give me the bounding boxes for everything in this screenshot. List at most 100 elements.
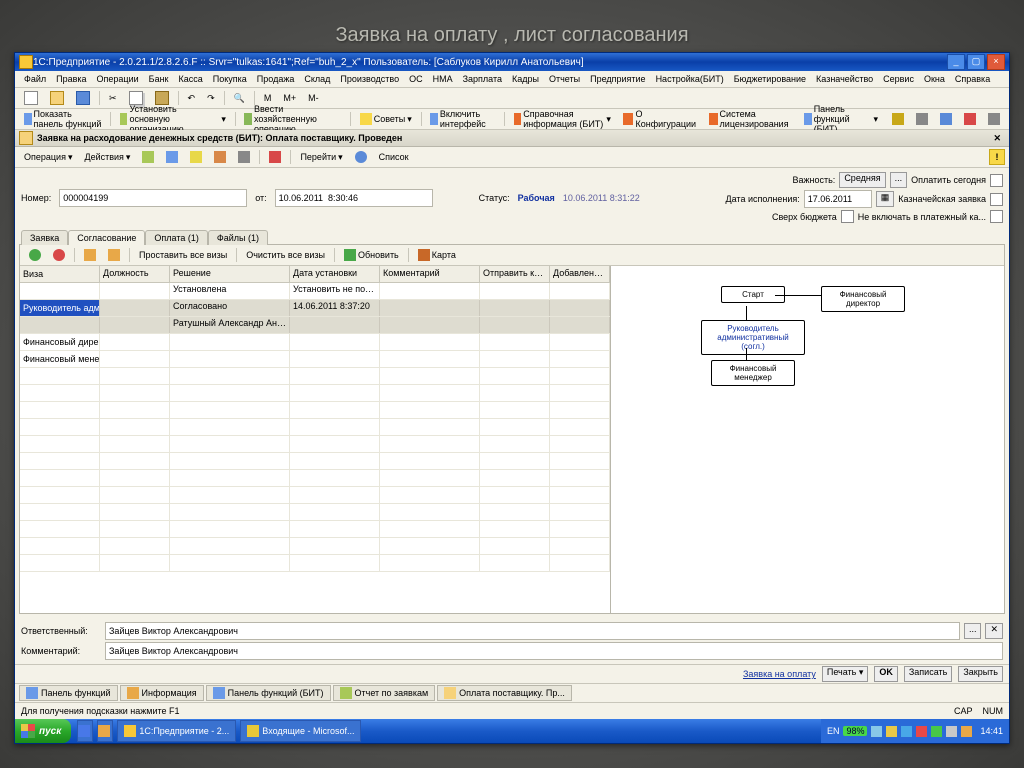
menu-12[interactable]: Кадры [507,74,544,84]
window-tab-0[interactable]: Панель функций [19,685,118,701]
importance-button[interactable]: Средняя [839,172,885,188]
col-0[interactable]: Виза [20,266,100,282]
exec-date-cal[interactable]: ▦ [876,191,895,207]
table-row[interactable] [20,470,610,487]
comment-field[interactable] [105,642,1003,660]
resp-clear[interactable]: ✕ [985,623,1003,639]
map-button[interactable]: Карта [413,247,461,263]
table-row[interactable] [20,385,610,402]
ok-button[interactable]: OK [874,666,898,682]
menu-11[interactable]: Зарплата [458,74,507,84]
tray-icon1[interactable] [871,726,882,737]
table-row[interactable] [20,436,610,453]
window-tab-3[interactable]: Отчет по заявкам [333,685,436,701]
table-row[interactable] [20,504,610,521]
approval-grid[interactable]: ВизаДолжностьРешениеДата установкиКоммен… [20,266,611,613]
window-tab-4[interactable]: Оплата поставщику. Пр... [437,685,572,701]
resp-field[interactable] [105,622,960,640]
tray-icon6[interactable] [946,726,957,737]
table-row[interactable] [20,555,610,572]
tray-icon2[interactable] [886,726,897,737]
about-button[interactable]: О Конфигурации [618,107,703,131]
t2-icon5[interactable] [983,111,1005,127]
dt-icon4[interactable] [209,149,231,165]
table-row[interactable]: Финансовый директор [20,334,610,351]
doc-close[interactable]: ✕ [989,133,1005,144]
table-row[interactable]: Финансовый менеджер (согл.) [20,351,610,368]
tab-0[interactable]: Заявка [21,230,68,245]
budget-checkbox[interactable] [841,210,854,223]
new-doc-icon[interactable] [19,89,43,107]
number-field[interactable] [59,189,247,207]
license-button[interactable]: Система лицензирования [704,107,797,131]
menu-9[interactable]: ОС [404,74,428,84]
task-1c[interactable]: 1С:Предприятие - 2... [117,720,236,742]
menu-2[interactable]: Операции [92,74,144,84]
table-row[interactable] [20,487,610,504]
treasury-checkbox[interactable] [990,193,1003,206]
table-row[interactable]: УстановленаУстановить не позднее [20,283,610,300]
enable-ui-button[interactable]: Включить интерфейс [425,107,500,131]
pay-today-checkbox[interactable] [990,174,1003,187]
tray-icon5[interactable] [931,726,942,737]
menu-14[interactable]: Предприятие [585,74,650,84]
menu-18[interactable]: Сервис [878,74,919,84]
open-icon[interactable] [45,89,69,107]
menu-6[interactable]: Продажа [252,74,300,84]
importance-more[interactable]: ... [890,172,908,188]
menu-20[interactable]: Справка [950,74,995,84]
menu-4[interactable]: Касса [173,74,207,84]
payment-request-link[interactable]: Заявка на оплату [743,669,816,679]
col-2[interactable]: Решение [170,266,290,282]
set-all-button[interactable]: Проставить все визы [134,248,232,262]
close-button-doc[interactable]: Закрыть [958,666,1003,682]
menu-17[interactable]: Казначейство [811,74,878,84]
table-row[interactable] [20,453,610,470]
save-icon[interactable] [71,89,95,107]
menu-15[interactable]: Настройка(БИТ) [651,74,729,84]
table-row[interactable] [20,538,610,555]
tray-icon7[interactable] [961,726,972,737]
table-row[interactable] [20,402,610,419]
clear-all-button[interactable]: Очистить все визы [241,248,330,262]
col-6[interactable]: Добавлена вручную [550,266,610,282]
window-tab-2[interactable]: Панель функций (БИТ) [206,685,331,701]
tray-icon3[interactable] [901,726,912,737]
close-button[interactable]: × [987,54,1005,70]
menu-19[interactable]: Окна [919,74,950,84]
col-4[interactable]: Комментарий [380,266,480,282]
table-row[interactable] [20,368,610,385]
ql-icon2[interactable] [97,720,113,742]
table-row[interactable]: Ратушный Александр Анатольевич [20,317,610,334]
menu-5[interactable]: Покупка [208,74,252,84]
maximize-button[interactable]: ▢ [967,54,985,70]
dt-icon6[interactable] [264,149,286,165]
dt-icon5[interactable] [233,149,255,165]
window-tab-1[interactable]: Информация [120,685,204,701]
refresh-button[interactable]: Обновить [339,247,404,263]
menu-8[interactable]: Производство [335,74,404,84]
col-5[interactable]: Отправить комментарий [480,266,550,282]
menu-7[interactable]: Склад [299,74,335,84]
menu-0[interactable]: Файл [19,74,51,84]
table-row[interactable]: Руководитель административныйСогласовано… [20,300,610,317]
tray-icon4[interactable] [916,726,927,737]
col-3[interactable]: Дата установки [290,266,380,282]
person-up-icon[interactable] [79,247,101,263]
minimize-button[interactable]: _ [947,54,965,70]
resp-select[interactable]: ... [964,623,982,639]
actions-menu[interactable]: Действия ▾ [79,150,135,165]
tab-3[interactable]: Файлы (1) [208,230,268,245]
from-date-field[interactable] [275,189,433,207]
t2-icon3[interactable] [935,111,957,127]
menu-13[interactable]: Отчеты [544,74,585,84]
t2-icon1[interactable] [887,111,909,127]
task-outlook[interactable]: Входящие - Microsof... [240,720,361,742]
warning-icon[interactable]: ! [989,149,1005,165]
exclude-checkbox[interactable] [990,210,1003,223]
table-row[interactable] [20,521,610,538]
battery-icon[interactable]: 98% [843,726,867,736]
start-button[interactable]: пуск [15,719,71,743]
dt-help-icon[interactable] [350,149,372,165]
ref-info-button[interactable]: Справочная информация (БИТ)▾ [509,107,616,131]
